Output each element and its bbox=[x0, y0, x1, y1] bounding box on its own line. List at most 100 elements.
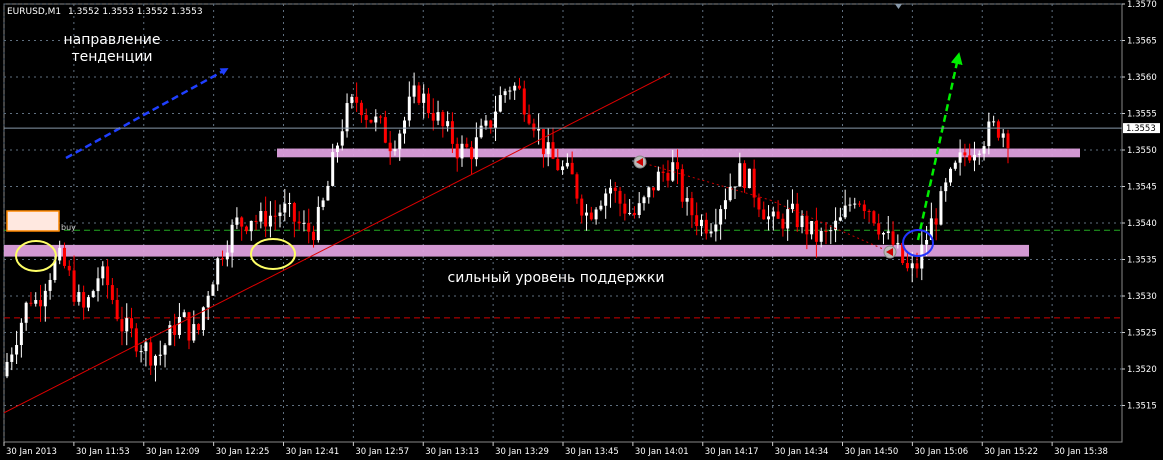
candle-body bbox=[513, 85, 517, 91]
support-level-label: сильный уровень поддержки bbox=[448, 270, 665, 286]
candle bbox=[743, 160, 747, 193]
candle-body bbox=[838, 217, 842, 221]
candle bbox=[522, 80, 526, 122]
candle-body bbox=[647, 187, 651, 198]
candle-body bbox=[925, 239, 929, 245]
candle-body bbox=[177, 316, 181, 335]
candle-body bbox=[96, 278, 100, 292]
candle-body bbox=[441, 112, 445, 127]
candle-body bbox=[240, 217, 244, 227]
candle-body bbox=[747, 168, 751, 189]
candle bbox=[29, 291, 33, 307]
candle bbox=[417, 82, 421, 106]
candle-body bbox=[484, 120, 488, 126]
candle bbox=[656, 166, 660, 191]
candle bbox=[723, 188, 727, 220]
candle bbox=[829, 225, 833, 245]
chart-grid bbox=[3, 3, 1123, 443]
candle bbox=[86, 294, 90, 312]
candle-body bbox=[134, 328, 138, 352]
candle bbox=[939, 186, 943, 226]
y-tick-label: 1.3560 bbox=[1127, 73, 1157, 83]
candle-body bbox=[503, 91, 507, 96]
candle-body bbox=[556, 158, 560, 171]
candle bbox=[455, 137, 459, 172]
candle-body bbox=[862, 204, 866, 212]
candle-body bbox=[1006, 133, 1010, 149]
x-tick-label: 30 Jan 12:25 bbox=[216, 447, 270, 457]
candle-body bbox=[187, 312, 191, 341]
candle-body bbox=[570, 162, 574, 175]
candle-body bbox=[149, 342, 153, 366]
candle-body bbox=[422, 93, 426, 103]
candle bbox=[58, 240, 62, 265]
candle bbox=[599, 200, 603, 212]
candle bbox=[498, 86, 502, 113]
chart-window: 1.3570 1.3565 1.3560 1.3555 1.3550 1.3545 1.35… bbox=[0, 0, 1163, 460]
candle-body bbox=[805, 215, 809, 235]
candle bbox=[580, 194, 584, 224]
candle bbox=[489, 119, 493, 134]
candle bbox=[661, 164, 665, 182]
candle bbox=[48, 273, 52, 300]
candle-body bbox=[494, 111, 498, 128]
candle bbox=[982, 141, 986, 161]
candle bbox=[211, 281, 215, 296]
candle-body bbox=[1001, 133, 1005, 138]
candle-body bbox=[776, 211, 780, 219]
candle bbox=[283, 188, 287, 222]
candle-body bbox=[58, 247, 62, 261]
candle bbox=[426, 87, 430, 119]
candle-body bbox=[585, 212, 589, 216]
candle bbox=[134, 323, 138, 358]
y-tick-label: 1.3525 bbox=[1127, 329, 1157, 339]
candle bbox=[383, 110, 387, 144]
candle-body bbox=[340, 131, 344, 146]
current-price-label: 1.3553 bbox=[1126, 124, 1156, 134]
candle-body bbox=[15, 345, 19, 355]
candle bbox=[503, 88, 507, 103]
candle bbox=[494, 95, 498, 142]
candle bbox=[834, 207, 838, 243]
candle-body bbox=[431, 113, 435, 121]
x-tick-label: 30 Jan 11:53 bbox=[76, 447, 130, 457]
candle bbox=[958, 139, 962, 176]
candle-body bbox=[905, 263, 909, 269]
candle-body bbox=[235, 217, 239, 225]
candle-body bbox=[685, 198, 689, 202]
candle bbox=[240, 216, 244, 241]
candle-body bbox=[244, 226, 248, 232]
candle-body bbox=[623, 203, 627, 214]
candle-body bbox=[886, 231, 890, 234]
x-tick-label: 30 Jan 12:57 bbox=[355, 447, 409, 457]
candle-body bbox=[307, 222, 311, 232]
candle bbox=[628, 199, 632, 216]
candle bbox=[877, 213, 881, 240]
time-axis: 30 Jan 2013 30 Jan 11:53 30 Jan 12:09 30 Ja… bbox=[3, 442, 1108, 457]
price-chart[interactable]: 1.3570 1.3565 1.3560 1.3555 1.3550 1.3545 1.35… bbox=[0, 0, 1163, 460]
candle-body bbox=[661, 171, 665, 173]
candle bbox=[685, 186, 689, 216]
candle bbox=[249, 220, 253, 241]
candle bbox=[949, 167, 953, 186]
candle bbox=[431, 98, 435, 131]
candle-body bbox=[101, 266, 105, 279]
candle-body bbox=[115, 299, 119, 320]
candle bbox=[355, 82, 359, 112]
candle-body bbox=[709, 231, 713, 234]
candle-body bbox=[656, 171, 660, 191]
candle-body bbox=[221, 258, 225, 260]
candle-body bbox=[29, 302, 33, 304]
candle-body bbox=[192, 324, 196, 341]
candle bbox=[474, 122, 478, 167]
candle bbox=[752, 159, 756, 208]
candle bbox=[297, 211, 301, 230]
candle bbox=[450, 112, 454, 153]
candle-body bbox=[206, 295, 210, 308]
candle bbox=[862, 200, 866, 219]
buy-order-box[interactable] bbox=[6, 210, 60, 232]
candle-body bbox=[335, 145, 339, 153]
candle-body bbox=[604, 193, 608, 206]
candle-body bbox=[465, 143, 469, 148]
candle bbox=[623, 193, 627, 221]
